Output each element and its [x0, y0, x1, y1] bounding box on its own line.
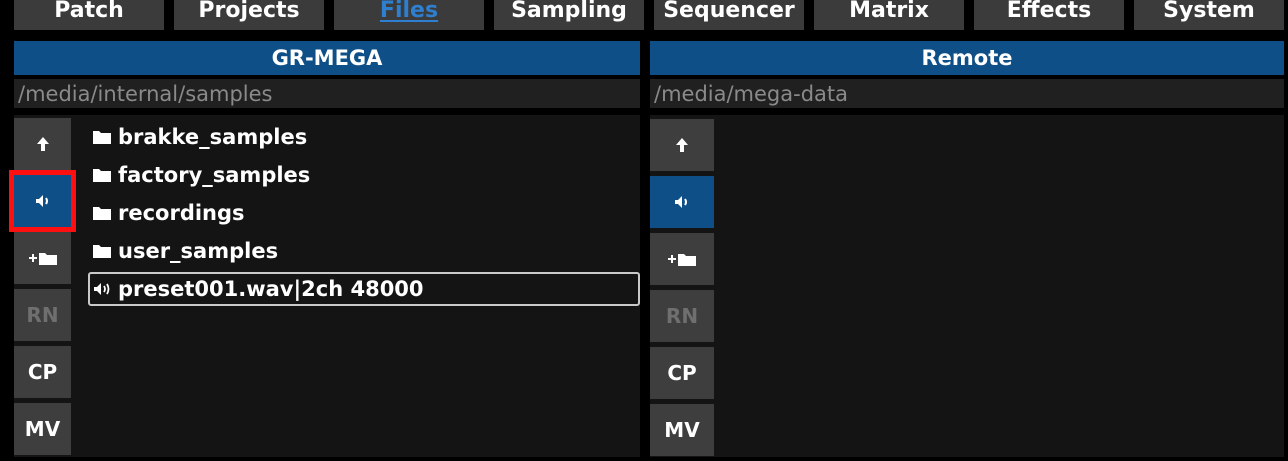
- remote-copy-button[interactable]: CP: [650, 347, 714, 399]
- remote-up-button[interactable]: [650, 119, 714, 171]
- remote-new-folder-button[interactable]: [650, 233, 714, 285]
- local-panel-body: RN CP MV brakke_samples factory_samples …: [9, 115, 640, 460]
- local-path: /media/internal/samples: [14, 79, 640, 108]
- list-item[interactable]: brakke_samples: [88, 118, 640, 156]
- tab-patch-label: Patch: [54, 0, 124, 23]
- tab-system[interactable]: System: [1134, 0, 1284, 30]
- speaker-icon: [35, 195, 48, 207]
- local-up-button[interactable]: [14, 118, 71, 170]
- local-preview-button[interactable]: [9, 170, 76, 232]
- remote-panel-title: Remote: [650, 41, 1284, 75]
- local-file-panel: GR-MEGA /media/internal/samples RN CP MV…: [9, 41, 640, 460]
- local-rename-button[interactable]: RN: [14, 289, 71, 341]
- arrow-up-icon: [36, 137, 49, 151]
- new-folder-icon: [28, 253, 57, 265]
- list-item-label: user_samples: [118, 239, 279, 263]
- local-tool-column: RN CP MV: [9, 118, 76, 460]
- remote-tool-column: RN CP MV: [650, 119, 714, 461]
- tab-effects[interactable]: Effects: [974, 0, 1124, 30]
- list-item[interactable]: factory_samples: [88, 156, 640, 194]
- arrow-up-icon: [676, 138, 688, 152]
- list-item-selected[interactable]: preset001.wav|2ch 48000: [88, 272, 640, 306]
- local-new-folder-button[interactable]: [14, 232, 71, 284]
- top-tab-bar: Patch Projects Files Sampling Sequencer …: [14, 0, 1284, 30]
- local-panel-title: GR-MEGA: [14, 41, 640, 75]
- tab-files[interactable]: Files: [334, 0, 484, 30]
- tab-sequencer-label: Sequencer: [663, 0, 795, 23]
- list-item-label: brakke_samples: [118, 125, 308, 149]
- tab-system-label: System: [1163, 0, 1255, 23]
- list-item-label: preset001.wav|2ch 48000: [118, 277, 424, 301]
- list-item[interactable]: recordings: [88, 194, 640, 232]
- tab-matrix-label: Matrix: [849, 0, 929, 23]
- list-item-label: recordings: [118, 201, 245, 225]
- speaker-icon: [675, 196, 687, 208]
- list-item[interactable]: user_samples: [88, 232, 640, 270]
- tab-patch[interactable]: Patch: [14, 0, 164, 30]
- remote-file-panel: Remote /media/mega-data RN CP MV: [650, 41, 1284, 457]
- folder-icon: [92, 243, 118, 259]
- tab-projects-label: Projects: [198, 0, 300, 23]
- tab-matrix[interactable]: Matrix: [814, 0, 964, 30]
- remote-path: /media/mega-data: [650, 79, 1284, 108]
- tab-projects[interactable]: Projects: [174, 0, 324, 30]
- remote-rename-button[interactable]: RN: [650, 290, 714, 342]
- tab-effects-label: Effects: [1006, 0, 1092, 23]
- tab-sampling[interactable]: Sampling: [494, 0, 644, 30]
- list-item-label: factory_samples: [118, 163, 311, 187]
- local-file-list: brakke_samples factory_samples recording…: [88, 118, 640, 306]
- folder-icon: [92, 167, 118, 183]
- tab-sequencer[interactable]: Sequencer: [654, 0, 804, 30]
- remote-move-button[interactable]: MV: [650, 404, 714, 456]
- folder-icon: [92, 205, 118, 221]
- folder-icon: [92, 129, 118, 145]
- new-folder-icon: [668, 254, 696, 266]
- local-copy-button[interactable]: CP: [14, 346, 71, 398]
- tab-sampling-label: Sampling: [511, 0, 627, 23]
- speaker-icon: [92, 281, 118, 297]
- remote-panel-body: RN CP MV: [650, 115, 1284, 457]
- remote-preview-button[interactable]: [650, 176, 714, 228]
- tab-files-label: Files: [379, 0, 439, 23]
- local-move-button[interactable]: MV: [14, 403, 71, 455]
